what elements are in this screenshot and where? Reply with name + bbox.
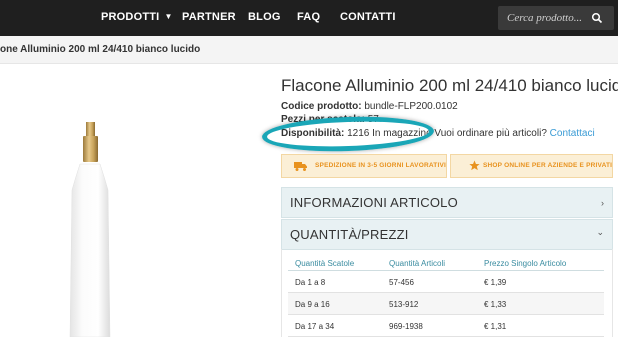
top-navbar: PRODOTTI ▼ PARTNER BLOG FAQ CONTATTI [0,0,618,36]
nav-item-faq[interactable]: FAQ [297,11,320,23]
shop-banner: SHOP ONLINE PER AZIENDE E PRIVATI [450,154,613,178]
table-cell: € 1,33 [484,300,507,309]
star-icon [469,160,480,171]
breadcrumb-bar: one Alluminio 200 ml 24/410 bianco lucid… [0,36,618,64]
nav-item-prodotti[interactable]: PRODOTTI ▼ [101,11,173,23]
chevron-down-icon: ⌄ [596,227,604,237]
table-cell: € 1,31 [484,322,507,331]
nav-item-partner[interactable]: PARTNER [182,11,236,23]
product-code-value: bundle-FLP200.0102 [364,101,458,112]
table-cell: Da 9 a 16 [295,300,330,309]
table-row: Da 9 a 16 513-912 € 1,33 [288,293,604,315]
nav-item-blog[interactable]: BLOG [248,11,281,23]
table-cell: € 1,39 [484,278,507,287]
truck-icon [294,162,307,171]
table-cell: 969-1938 [389,322,423,331]
search-icon[interactable] [591,12,603,24]
product-code-label: Codice prodotto: [281,101,362,112]
accordion-informazioni-articolo[interactable]: INFORMAZIONI ARTICOLO › [281,187,613,218]
accordion-title: QUANTITÀ/PREZZI [290,227,409,242]
chevron-down-icon: ▼ [164,12,173,21]
breadcrumb: one Alluminio 200 ml 24/410 bianco lucid… [0,44,201,55]
table-cell: 513-912 [389,300,419,309]
search-box [498,6,614,30]
accordion-quantita-prezzi[interactable]: QUANTITÀ/PREZZI ⌄ [281,219,613,250]
product-title: Flacone Alluminio 200 ml 24/410 bianco l… [281,76,618,95]
table-cell: 57-456 [389,278,414,287]
product-code: Codice prodotto: bundle-FLP200.0102 [281,101,458,112]
shipping-banner-text: SPEDIZIONE IN 3-5 GIORNI LAVORATIVI [315,162,446,169]
product-image[interactable] [60,118,120,337]
table-cell: Da 1 a 8 [295,278,326,287]
shop-banner-text: SHOP ONLINE PER AZIENDE E PRIVATI [483,162,613,169]
price-table: Quantità Scatole Quantità Articoli Prezz… [281,249,613,337]
nav-item-contatti[interactable]: CONTATTI [340,11,396,23]
accordion-title: INFORMAZIONI ARTICOLO [290,195,458,210]
table-cell: Da 17 a 34 [295,322,335,331]
table-row: Da 17 a 34 969-1938 € 1,31 [288,315,604,337]
nav-item-label: PRODOTTI [101,11,160,23]
table-header-cell: Quantità Articoli [389,259,446,268]
shipping-banner: SPEDIZIONE IN 3-5 GIORNI LAVORATIVI [281,154,447,178]
table-header-cell: Quantità Scatole [295,259,355,268]
table-header-cell: Prezzo Singolo Articolo [484,259,567,268]
contact-link[interactable]: Contattaci [550,128,595,139]
search-input[interactable] [498,6,588,30]
chevron-right-icon: › [601,198,604,208]
table-row: Da 1 a 8 57-456 € 1,39 [288,271,604,293]
